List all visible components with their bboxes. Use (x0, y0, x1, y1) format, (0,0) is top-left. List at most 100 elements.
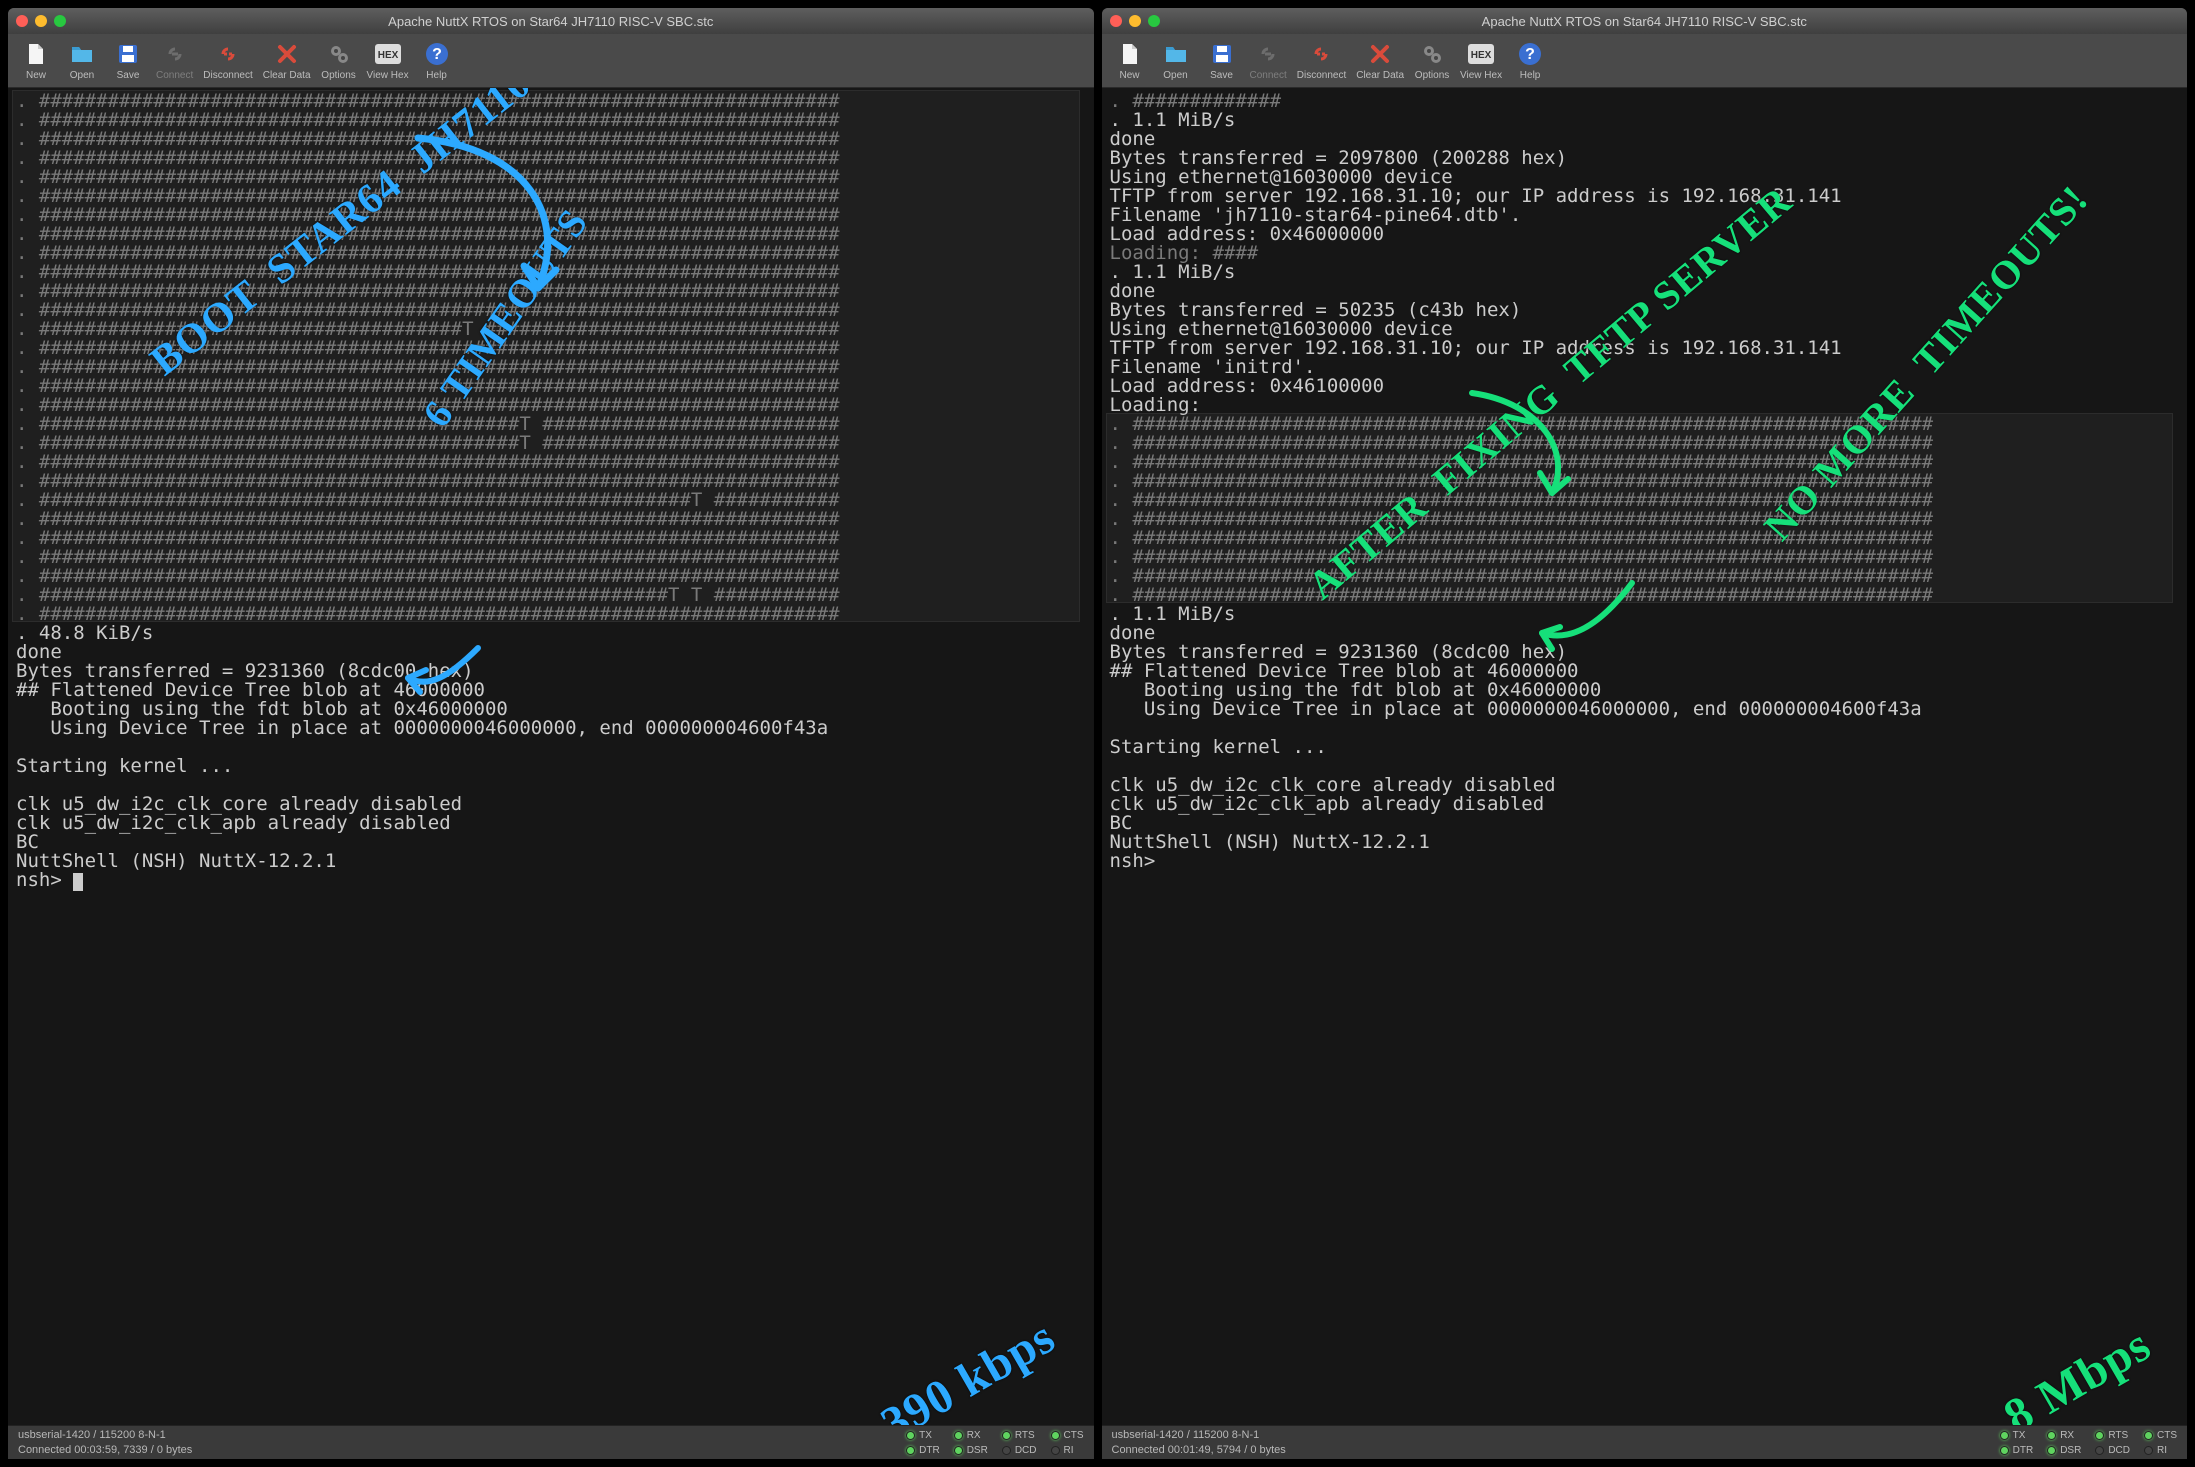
svg-text:?: ? (432, 46, 442, 63)
led-tx: TX (906, 1430, 940, 1441)
led-indicator-icon (954, 1446, 963, 1455)
x-icon (1366, 40, 1394, 68)
status-bar: usbserial-1420 / 115200 8-N-1 Connected … (8, 1425, 1094, 1459)
status-leds: TXRXRTSCTSDTRDSRDCDRI (906, 1430, 1083, 1456)
toolbar-button-label: Disconnect (1297, 70, 1346, 81)
file-icon (1116, 40, 1144, 68)
led-indicator-icon (2047, 1446, 2056, 1455)
status-bar: usbserial-1420 / 115200 8-N-1 Connected … (1102, 1425, 2188, 1459)
gears-icon (1418, 40, 1446, 68)
toolbar-button-label: Connect (1250, 70, 1287, 81)
led-label: RTS (2108, 1430, 2128, 1441)
titlebar[interactable]: Apache NuttX RTOS on Star64 JH7110 RISC-… (8, 8, 1094, 34)
new-button[interactable]: New (1108, 38, 1152, 83)
viewhex-button[interactable]: HEX View Hex (363, 38, 413, 83)
zoom-icon[interactable] (54, 15, 66, 27)
led-indicator-icon (1051, 1446, 1060, 1455)
disconnect-button[interactable]: Disconnect (1293, 38, 1350, 83)
led-indicator-icon (906, 1446, 915, 1455)
unlink-icon (1307, 40, 1335, 68)
help-icon: ? (423, 40, 451, 68)
window-title: Apache NuttX RTOS on Star64 JH7110 RISC-… (1102, 14, 2188, 29)
led-label: DTR (2013, 1445, 2034, 1456)
toolbar-button-label: Disconnect (203, 70, 252, 81)
toolbar-button-label: Help (1520, 70, 1541, 81)
led-label: CTS (2157, 1430, 2177, 1441)
led-indicator-icon (2047, 1431, 2056, 1440)
minimize-icon[interactable] (1129, 15, 1141, 27)
led-indicator-icon (2000, 1446, 2009, 1455)
link-icon (161, 40, 189, 68)
file-icon (22, 40, 50, 68)
disk-icon (1208, 40, 1236, 68)
disconnect-button[interactable]: Disconnect (199, 38, 256, 83)
toolbar-button-label: Options (1415, 70, 1449, 81)
hex-icon: HEX (374, 40, 402, 68)
close-icon[interactable] (1110, 15, 1122, 27)
led-indicator-icon (2000, 1431, 2009, 1440)
traffic-lights (16, 15, 66, 27)
led-label: CTS (1064, 1430, 1084, 1441)
options-button[interactable]: Options (317, 38, 361, 83)
led-indicator-icon (1051, 1431, 1060, 1440)
unlink-icon (214, 40, 242, 68)
led-rts: RTS (2095, 1430, 2130, 1441)
open-button[interactable]: Open (1154, 38, 1198, 83)
save-button[interactable]: Save (1200, 38, 1244, 83)
save-button[interactable]: Save (106, 38, 150, 83)
help-button[interactable]: ? Help (1508, 38, 1552, 83)
toolbar-button-label: View Hex (367, 70, 409, 81)
toolbar-button-label: View Hex (1460, 70, 1502, 81)
led-label: DSR (967, 1445, 988, 1456)
led-label: RX (967, 1430, 981, 1441)
cleardata-button[interactable]: Clear Data (1352, 38, 1408, 83)
toolbar-button-label: Open (1163, 70, 1187, 81)
led-label: DCD (1015, 1445, 1037, 1456)
led-ri: RI (1051, 1445, 1084, 1456)
folder-icon (68, 40, 96, 68)
svg-text:HEX: HEX (1471, 50, 1492, 61)
led-ri: RI (2144, 1445, 2177, 1456)
cleardata-button[interactable]: Clear Data (259, 38, 315, 83)
status-port: usbserial-1420 / 115200 8-N-1 (1112, 1428, 1286, 1442)
close-icon[interactable] (16, 15, 28, 27)
led-dcd: DCD (2095, 1445, 2130, 1456)
zoom-icon[interactable] (1148, 15, 1160, 27)
led-label: RI (2157, 1445, 2167, 1456)
new-button[interactable]: New (14, 38, 58, 83)
status-leds: TXRXRTSCTSDTRDSRDCDRI (2000, 1430, 2177, 1456)
led-indicator-icon (906, 1431, 915, 1440)
link-icon (1254, 40, 1282, 68)
serial-window-left: Apache NuttX RTOS on Star64 JH7110 RISC-… (8, 8, 1094, 1459)
toolbar-button-label: Clear Data (263, 70, 311, 81)
terminal-output[interactable]: . ######################################… (8, 88, 1094, 1425)
open-button[interactable]: Open (60, 38, 104, 83)
led-indicator-icon (2095, 1446, 2104, 1455)
cursor (73, 873, 83, 891)
help-button[interactable]: ? Help (415, 38, 459, 83)
led-label: DCD (2108, 1445, 2130, 1456)
toolbar-button-label: Save (117, 70, 140, 81)
terminal-output[interactable]: . ############# . 1.1 MiB/s done Bytes t… (1102, 88, 2188, 1425)
led-indicator-icon (954, 1431, 963, 1440)
serial-window-right: Apache NuttX RTOS on Star64 JH7110 RISC-… (1102, 8, 2188, 1459)
led-indicator-icon (2144, 1431, 2153, 1440)
status-connection: Connected 00:01:49, 5794 / 0 bytes (1112, 1443, 1286, 1457)
help-icon: ? (1516, 40, 1544, 68)
toolbar-button-label: Help (426, 70, 447, 81)
led-indicator-icon (2144, 1446, 2153, 1455)
annotation-speed: 390 kbps (874, 1313, 1063, 1425)
toolbar-button-label: Save (1210, 70, 1233, 81)
minimize-icon[interactable] (35, 15, 47, 27)
toolbar-button-label: Clear Data (1356, 70, 1404, 81)
led-cts: CTS (1051, 1430, 1084, 1441)
viewhex-button[interactable]: HEX View Hex (1456, 38, 1506, 83)
led-label: DTR (919, 1445, 940, 1456)
toolbar: NewOpenSaveConnectDisconnectClear DataOp… (8, 34, 1094, 88)
options-button[interactable]: Options (1410, 38, 1454, 83)
toolbar-button-label: Options (321, 70, 355, 81)
titlebar[interactable]: Apache NuttX RTOS on Star64 JH7110 RISC-… (1102, 8, 2188, 34)
status-port: usbserial-1420 / 115200 8-N-1 (18, 1428, 192, 1442)
led-indicator-icon (1002, 1446, 1011, 1455)
led-dtr: DTR (2000, 1445, 2034, 1456)
